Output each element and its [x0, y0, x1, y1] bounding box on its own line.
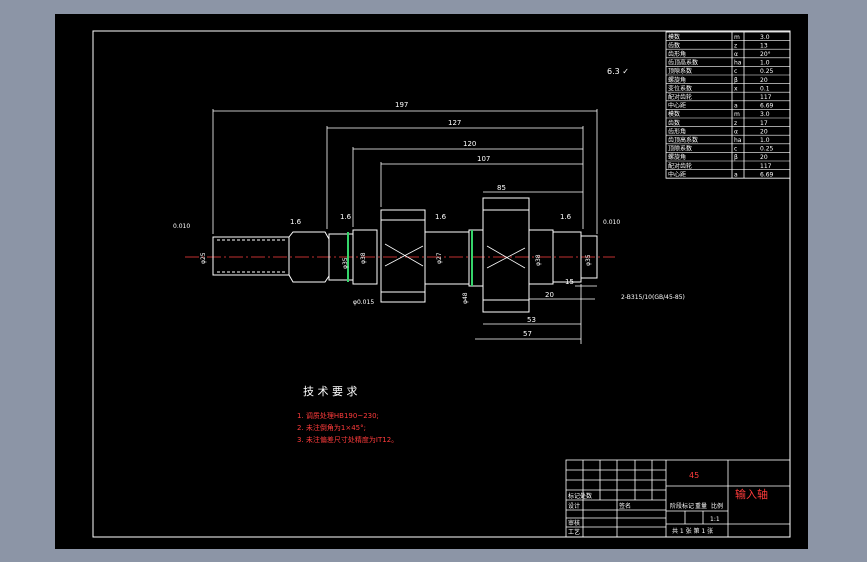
process-label: 工艺 — [568, 528, 580, 536]
dia-mid2: φ38 — [360, 252, 367, 264]
dia-gear: φ48 — [462, 292, 469, 304]
small-gear — [380, 209, 426, 303]
table-cell-value: 20° — [760, 51, 771, 58]
dim-197: 197 — [395, 101, 408, 109]
scale-label: 比例 — [711, 502, 723, 510]
material-label: 45 — [689, 471, 699, 480]
table-cell-name: 模数 — [668, 110, 680, 118]
drawing-canvas: 模数 m 3.0 齿数 z 13 齿形角 α 20° 齿顶高系数 ha 1.0 顶隙系数 c 0.25 螺旋角… — [92, 30, 791, 538]
table-cell-name: 齿数 — [668, 41, 680, 49]
dia-mid1: φ35 — [342, 257, 349, 269]
sign-label: 签名 — [619, 502, 631, 510]
table-cell-name: 中心距 — [668, 170, 686, 178]
table-cell-value: 20 — [760, 128, 768, 135]
table-cell-symbol: c — [734, 146, 737, 153]
roughness-3: 1.6 — [435, 213, 447, 221]
table-cell-name: 模数 — [668, 33, 680, 41]
table-cell-value: 117 — [760, 163, 772, 170]
stage-label: 阶段标记 — [670, 502, 694, 510]
tech-note-1: 1. 调质处理HB190~230; — [297, 411, 379, 420]
part-name: 输入轴 — [735, 487, 768, 501]
scale-value: 1:1 — [710, 516, 720, 523]
table-cell-symbol: a — [734, 103, 738, 110]
dim-107: 107 — [477, 155, 490, 163]
table-cell-value: 1.0 — [760, 60, 770, 67]
shaft-middle — [424, 231, 470, 285]
design-label: 设计 — [568, 502, 580, 510]
dia-mid3: φ27 — [436, 252, 443, 264]
table-cell-value: 117 — [760, 94, 772, 101]
table-cell-value: 6.69 — [760, 171, 774, 178]
table-cell-value: 3.0 — [760, 34, 770, 41]
table-cell-value: 3.0 — [760, 111, 770, 118]
shaft-drawing — [185, 109, 615, 344]
big-gear — [482, 197, 530, 313]
table-cell-name: 螺旋角 — [668, 153, 686, 161]
table-cell-symbol: α — [734, 128, 738, 135]
tech-note-2: 2. 未注倒角为1×45°; — [297, 423, 366, 432]
table-cell-name: 顶隙系数 — [668, 67, 692, 75]
weight-label: 重量 — [695, 502, 707, 510]
table-cell-symbol: a — [734, 171, 738, 178]
table-cell-symbol: m — [734, 111, 740, 118]
table-cell-symbol: x — [734, 85, 738, 92]
table-cell-value: 0.25 — [760, 68, 774, 75]
table-cell-name: 配对齿轮 — [668, 93, 692, 101]
tol-right: 0.010 — [603, 219, 620, 226]
dia-left: φ25 — [200, 252, 207, 264]
check-label: 审核 — [568, 519, 580, 527]
dim-127: 127 — [448, 119, 461, 127]
table-cell-symbol: β — [734, 77, 738, 84]
shaft-left-segment — [212, 236, 290, 276]
table-cell-value: 13 — [760, 42, 768, 49]
roughness-4: 1.6 — [560, 213, 572, 221]
tol-left: 0.010 — [173, 223, 190, 230]
dim-53: 53 — [527, 316, 536, 324]
table-cell-name: 齿形角 — [668, 127, 686, 135]
dim-85: 85 — [497, 184, 506, 192]
table-cell-name: 配对齿轮 — [668, 162, 692, 170]
dim-15: 15 — [565, 278, 574, 286]
table-cell-value: 20 — [760, 154, 768, 161]
table-cell-symbol: α — [734, 51, 738, 58]
dim-120: 120 — [463, 140, 476, 148]
tech-req-title: 技 术 要 求 — [303, 385, 358, 398]
table-cell-value: 6.69 — [760, 103, 774, 110]
table-cell-symbol: m — [734, 34, 740, 41]
dimension-labels: 197 127 120 107 85 20 15 53 57 1.6 1.6 1… — [173, 101, 685, 338]
spline-callout: 2-B315/10(GB/45-85) — [621, 294, 685, 301]
table-cell-name: 齿顶高系数 — [668, 59, 698, 67]
tech-note-3: 3. 未注偏差尺寸处精度为IT12。 — [297, 435, 398, 444]
dia-right1: φ38 — [535, 254, 542, 266]
roughness-1: 1.6 — [290, 218, 302, 226]
tol-box: φ0.015 — [353, 299, 374, 306]
surface-finish-mark: 6.3 ✓ — [607, 67, 629, 76]
table-cell-name: 齿数 — [668, 119, 680, 127]
table-cell-value: 0.1 — [760, 85, 770, 92]
table-cell-value: 1.0 — [760, 137, 770, 144]
drawing-sheet: 模数 m 3.0 齿数 z 13 齿形角 α 20° 齿顶高系数 ha 1.0 顶隙系数 c 0.25 螺旋角… — [55, 14, 808, 549]
roughness-2: 1.6 — [340, 213, 352, 221]
table-cell-name: 顶隙系数 — [668, 145, 692, 153]
dia-right2: φ35 — [585, 254, 592, 266]
sheets-label: 共 1 张 第 1 张 — [672, 527, 713, 535]
dim-20: 20 — [545, 291, 554, 299]
table-cell-symbol: ha — [734, 60, 742, 67]
table-cell-name: 螺旋角 — [668, 76, 686, 84]
table-cell-symbol: z — [734, 120, 737, 127]
table-cell-name: 齿形角 — [668, 50, 686, 58]
table-cell-symbol: ha — [734, 137, 742, 144]
mark-label: 标记处数 — [568, 492, 592, 500]
table-cell-value: 17 — [760, 120, 768, 127]
table-cell-value: 0.25 — [760, 146, 774, 153]
table-cell-symbol: c — [734, 68, 737, 75]
gear-parameter-table: 模数 m 3.0 齿数 z 13 齿形角 α 20° 齿顶高系数 ha 1.0 顶隙系数 c 0.25 螺旋角… — [665, 31, 791, 179]
table-cell-value: 20 — [760, 77, 768, 84]
table-cell-name: 齿顶高系数 — [668, 136, 698, 144]
table-cell-name: 变位系数 — [668, 84, 692, 92]
table-cell-name: 中心距 — [668, 102, 686, 110]
dim-57: 57 — [523, 330, 532, 338]
table-cell-symbol: β — [734, 154, 738, 161]
table-cell-symbol: z — [734, 42, 737, 49]
